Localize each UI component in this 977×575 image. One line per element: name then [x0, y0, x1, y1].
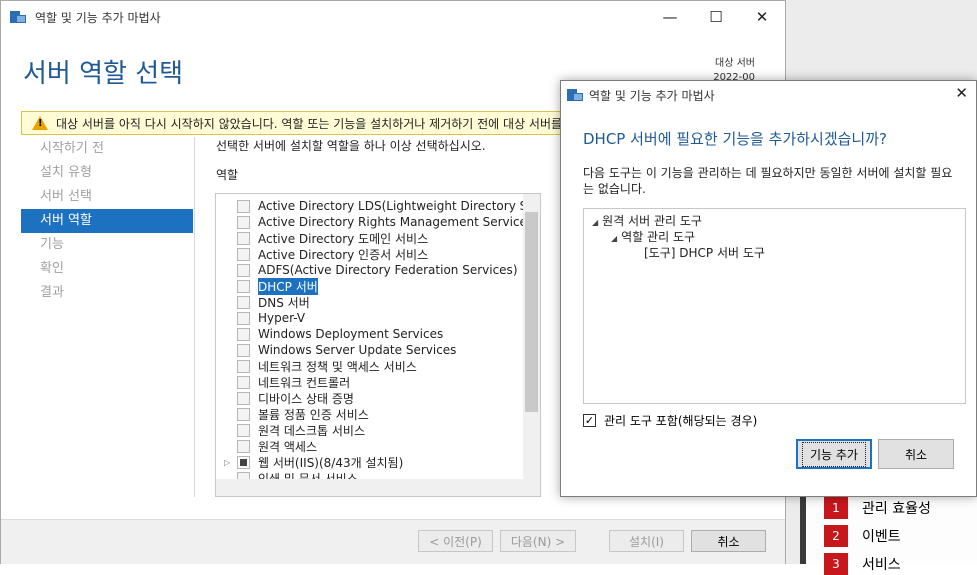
add-features-dialog: 역할 및 기능 추가 마법사 ✕ DHCP 서버에 필요한 기능을 추가하시겠습… [560, 80, 977, 497]
role-item[interactable]: Windows Deployment Services [216, 326, 443, 342]
bg-item-label: 서비스 [862, 557, 901, 573]
divider [194, 137, 195, 497]
page-title: 서버 역할 선택 [23, 59, 184, 89]
scrollbar-thumb[interactable] [525, 212, 538, 412]
role-item[interactable]: ▷ 웹 서버(IIS)(8/43개 설치됨) [216, 454, 403, 470]
role-item-dhcp-selected[interactable]: DHCP 서버 [216, 277, 318, 295]
bg-item-label: 이벤트 [862, 529, 901, 545]
close-icon[interactable]: ✕ [739, 1, 785, 33]
required-features-tree[interactable]: ◢ 원격 서버 관리 도구 ◢ 역할 관리 도구 [도구] DHCP 서버 도구 [583, 208, 966, 404]
role-item[interactable]: Active Directory 인증서 서비스 [216, 246, 428, 262]
add-features-label: 기능 추가 [802, 441, 866, 467]
role-item[interactable]: 볼륨 정품 인증 서비스 [216, 406, 369, 422]
prev-button[interactable]: < 이전(P) [418, 530, 493, 552]
role-checkbox[interactable] [237, 215, 250, 229]
role-checkbox[interactable] [237, 359, 250, 373]
cancel-button[interactable]: 취소 [691, 530, 766, 552]
tree-node[interactable]: ◢ 역할 관리 도구 [611, 228, 695, 245]
role-checkbox[interactable] [237, 439, 250, 453]
role-checkbox[interactable] [237, 375, 250, 389]
role-checkbox[interactable] [237, 423, 250, 437]
server-manager-icon [567, 87, 583, 103]
role-item[interactable]: Active Directory LDS(Lightweight Directo… [216, 198, 540, 214]
role-checkbox-partial[interactable] [237, 455, 250, 469]
role-checkbox[interactable] [237, 199, 250, 213]
server-manager-icon [10, 9, 26, 25]
dialog-description: 다음 도구는 이 기능을 관리하는 데 필요하지만 동일한 서버에 설치할 필요… [583, 166, 953, 196]
nav-item-server-selection[interactable]: 서버 선택 [21, 185, 193, 209]
role-checkbox[interactable] [237, 247, 250, 261]
role-checkbox[interactable] [237, 343, 250, 357]
count-badge: 3 [824, 553, 848, 575]
role-checkbox[interactable] [237, 407, 250, 421]
wizard-footer: < 이전(P) 다음(N) > 설치(I) 취소 [1, 519, 785, 564]
dialog-titlebar[interactable]: 역할 및 기능 추가 마법사 ✕ [561, 81, 976, 109]
role-item[interactable]: 디바이스 상태 증명 [216, 390, 354, 406]
nav-item-features[interactable]: 기능 [21, 233, 193, 257]
include-tools-label: 관리 도구 포함(해당되는 경우) [604, 414, 758, 428]
count-badge: 2 [824, 525, 848, 547]
tree-node[interactable]: ◢ 원격 서버 관리 도구 [592, 212, 702, 229]
role-item[interactable]: Hyper-V [216, 310, 305, 326]
nav-item-before-you-begin[interactable]: 시작하기 전 [21, 137, 193, 161]
vertical-scrollbar[interactable] [523, 194, 540, 496]
expand-arrow-icon[interactable]: ▷ [224, 458, 230, 467]
nav-item-server-roles[interactable]: 서버 역할 [21, 209, 193, 233]
add-features-button[interactable]: 기능 추가 [796, 439, 872, 469]
warning-icon: ! [32, 116, 48, 130]
role-item[interactable]: 네트워크 컨트롤러 [216, 374, 350, 390]
nav-item-results[interactable]: 결과 [21, 281, 193, 305]
wizard-nav: 시작하기 전 설치 유형 서버 선택 서버 역할 기능 확인 결과 [21, 137, 193, 305]
role-checkbox[interactable] [237, 327, 250, 341]
role-item[interactable]: Active Directory 도메인 서비스 [216, 230, 428, 246]
role-item[interactable]: Windows Server Update Services [216, 342, 456, 358]
role-item[interactable]: Active Directory Rights Management Servi… [216, 214, 533, 230]
install-button[interactable]: 설치(I) [609, 530, 684, 552]
count-badge: 1 [824, 497, 848, 519]
nav-item-installation-type[interactable]: 설치 유형 [21, 161, 193, 185]
role-item[interactable]: ADFS(Active Directory Federation Service… [216, 262, 518, 278]
role-item[interactable]: 원격 액세스 [216, 438, 317, 454]
roles-list[interactable]: Active Directory LDS(Lightweight Directo… [215, 193, 541, 497]
maximize-icon[interactable]: ☐ [693, 1, 739, 33]
include-management-tools[interactable]: ✓ 관리 도구 포함(해당되는 경우) [583, 412, 757, 429]
horizontal-scrollbar[interactable] [216, 479, 523, 496]
bg-item-services[interactable]: 3 서비스 [824, 553, 901, 575]
dialog-title: 역할 및 기능 추가 마법사 [589, 88, 715, 103]
role-item[interactable]: 네트워크 정책 및 액세스 서비스 [216, 358, 417, 374]
role-checkbox[interactable] [237, 279, 250, 293]
window-title: 역할 및 기능 추가 마법사 [35, 10, 161, 25]
destination-label: 대상 서버 [715, 58, 755, 69]
bg-item-events[interactable]: 2 이벤트 [824, 525, 901, 547]
dialog-heading: DHCP 서버에 필요한 기능을 추가하시겠습니까? [583, 130, 887, 148]
role-checkbox[interactable] [237, 311, 250, 325]
minimize-icon[interactable]: — [647, 1, 693, 33]
role-item[interactable]: DNS 서버 [216, 294, 310, 310]
include-tools-checkbox[interactable]: ✓ [583, 414, 596, 427]
roles-label: 역할 [216, 168, 239, 182]
role-checkbox[interactable] [237, 295, 250, 309]
role-checkbox[interactable] [237, 263, 250, 277]
role-checkbox[interactable] [237, 231, 250, 245]
role-item[interactable]: 원격 데스크톱 서비스 [216, 422, 365, 438]
close-icon[interactable]: ✕ [955, 84, 968, 102]
bg-item-label: 관리 효율성 [862, 501, 931, 517]
tree-node[interactable]: [도구] DHCP 서버 도구 [644, 244, 765, 261]
bg-item-manageability[interactable]: 1 관리 효율성 [824, 497, 931, 519]
collapse-arrow-icon[interactable]: ◢ [611, 234, 617, 243]
collapse-arrow-icon[interactable]: ◢ [592, 218, 598, 227]
instruction-text: 선택한 서버에 설치할 역할을 하나 이상 선택하십시오. [216, 139, 486, 153]
nav-item-confirmation[interactable]: 확인 [21, 257, 193, 281]
role-checkbox[interactable] [237, 391, 250, 405]
dialog-cancel-button[interactable]: 취소 [878, 439, 954, 469]
window-titlebar[interactable]: 역할 및 기능 추가 마법사 — ☐ ✕ [1, 1, 785, 33]
next-button[interactable]: 다음(N) > [500, 530, 576, 552]
